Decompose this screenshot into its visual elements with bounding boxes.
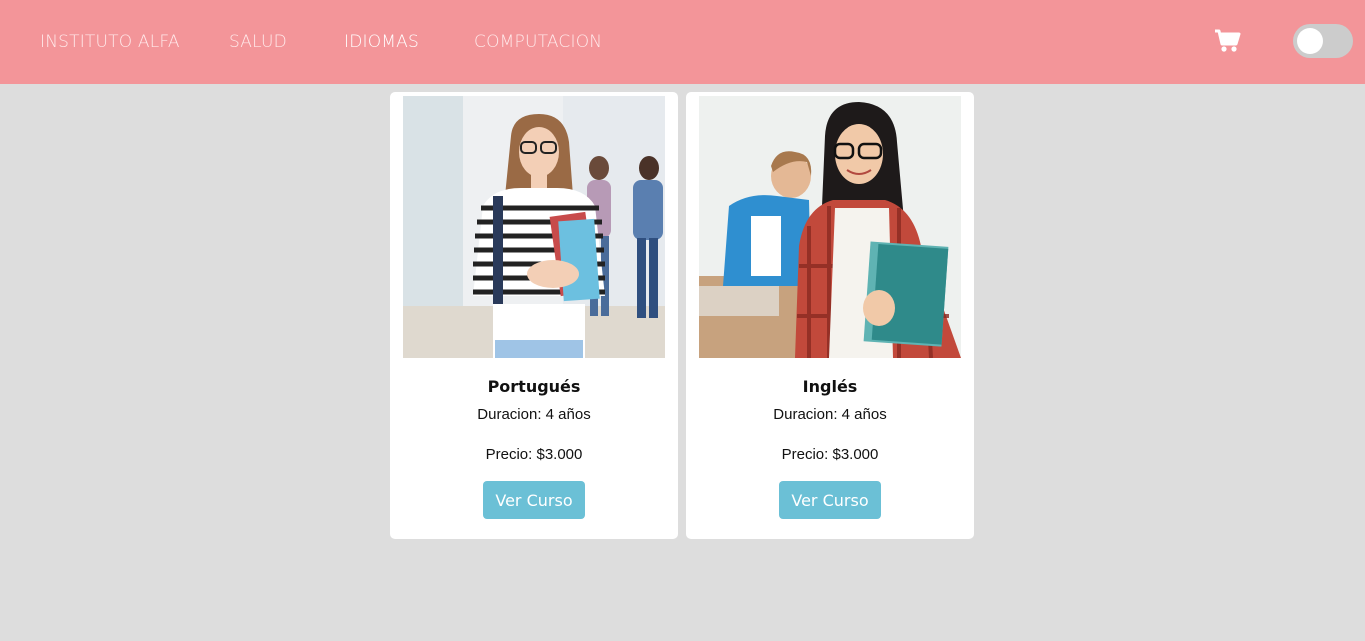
course-price: Precio: $3.000 [485,446,583,463]
card-body: Inglés Duracion: 4 años Precio: $3.000 V… [699,96,961,535]
course-card-portugues: Portugués Duracion: 4 años Precio: $3.00… [390,92,678,539]
course-duration: Duracion: 4 años [477,406,591,423]
ver-curso-button[interactable]: Ver Curso [779,481,881,519]
nav-link-computacion[interactable]: COMPUTACION [474,32,602,52]
nav-brand-link[interactable]: INSTITUTO ALFA [40,32,180,52]
course-image [699,96,961,358]
course-title: Portugués [487,377,581,396]
theme-toggle[interactable] [1293,24,1353,58]
card-body: Portugués Duracion: 4 años Precio: $3.00… [403,96,665,535]
nav-link-salud[interactable]: SALUD [229,32,287,52]
nav-link-idiomas[interactable]: IDIOMAS [344,32,419,52]
course-duration: Duracion: 4 años [773,406,887,423]
ver-curso-button[interactable]: Ver Curso [483,481,585,519]
course-card-ingles: Inglés Duracion: 4 años Precio: $3.000 V… [686,92,974,539]
course-image [403,96,665,358]
navbar: INSTITUTO ALFA SALUD IDIOMAS COMPUTACION [0,0,1365,84]
course-title: Inglés [802,377,858,396]
shopping-cart-icon[interactable] [1214,28,1242,54]
course-price: Precio: $3.000 [781,446,879,463]
toggle-knob [1297,28,1323,54]
